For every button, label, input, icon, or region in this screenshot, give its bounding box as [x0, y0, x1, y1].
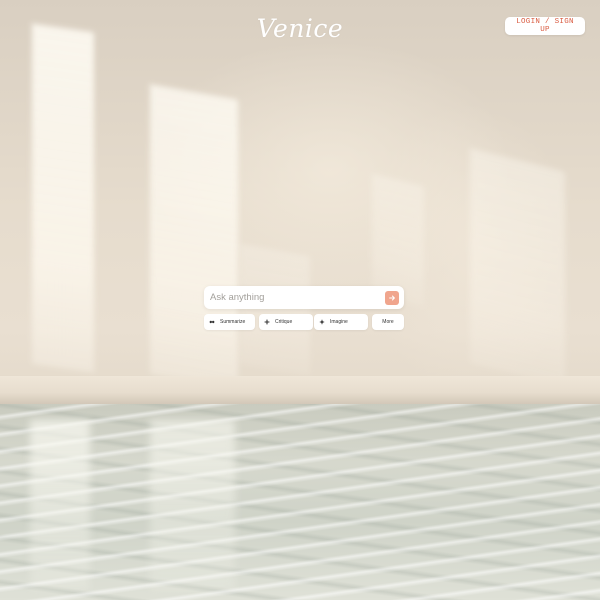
- sparkle-icon: [319, 319, 325, 325]
- chip-more[interactable]: More: [372, 314, 404, 330]
- chip-label: Summarize: [220, 319, 246, 325]
- chip-label: More: [382, 319, 394, 325]
- login-signup-button[interactable]: LOGIN / SIGN UP: [505, 17, 585, 35]
- chip-summarize[interactable]: Summarize: [204, 314, 255, 330]
- chip-imagine[interactable]: Imagine: [314, 314, 368, 330]
- plus-icon: [264, 319, 270, 325]
- search-bar: [204, 286, 404, 309]
- arrow-right-icon: [389, 295, 395, 300]
- summarize-icon: [209, 319, 215, 325]
- chip-critique[interactable]: Critique: [259, 314, 313, 330]
- chip-label: Critique: [275, 319, 293, 325]
- chip-label: Imagine: [330, 319, 348, 325]
- sunlight-patch: [150, 84, 238, 390]
- suggestion-chips: Summarize Critique Imagine More: [204, 314, 404, 330]
- send-button[interactable]: [385, 290, 399, 305]
- floor-ledge: [0, 376, 600, 406]
- sunlight-patch: [32, 23, 94, 373]
- water-surface: [0, 404, 600, 600]
- page-background: Venice LOGIN / SIGN UP Summarize Critiqu…: [0, 0, 600, 600]
- water-reflection: [150, 420, 235, 590]
- sunlight-patch: [240, 243, 310, 377]
- search-input[interactable]: [210, 292, 385, 303]
- sunlight-patch: [470, 148, 565, 387]
- water-reflection: [30, 420, 90, 590]
